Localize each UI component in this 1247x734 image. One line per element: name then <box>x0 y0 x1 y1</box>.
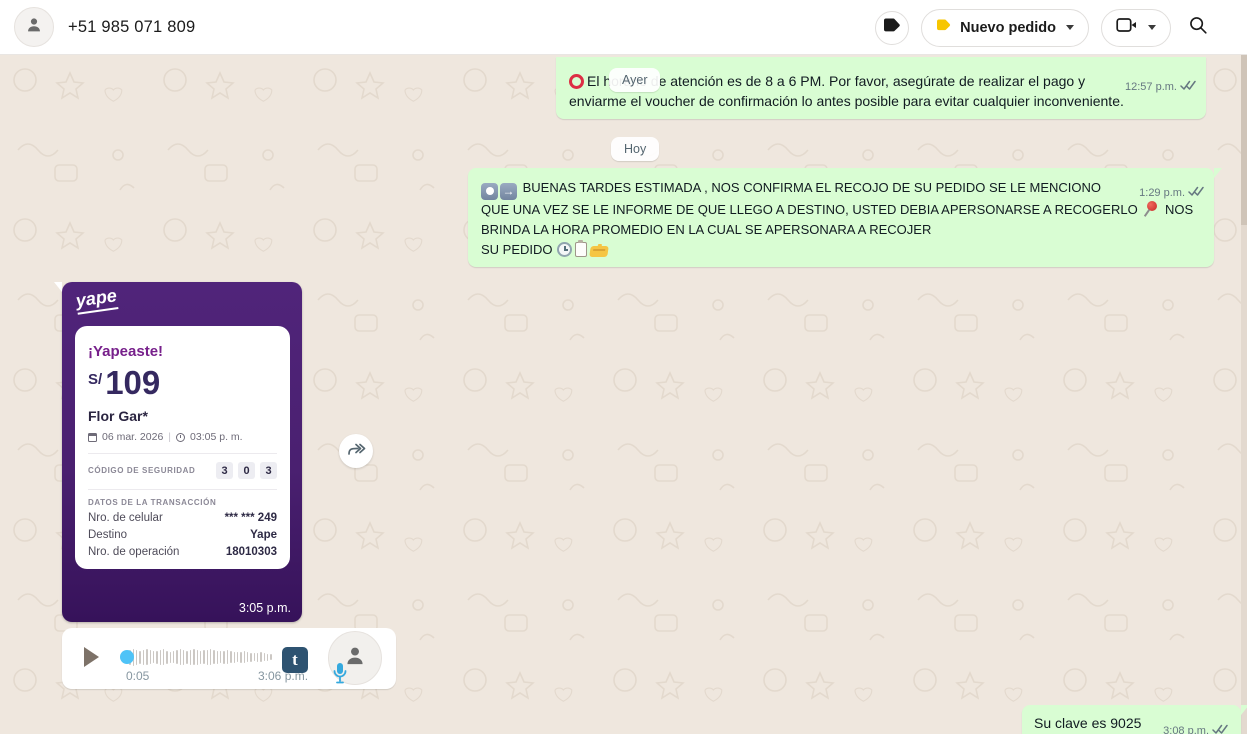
order-status-dropdown[interactable]: Nuevo pedido <box>921 9 1089 47</box>
chevron-down-icon <box>1148 25 1156 30</box>
yellow-tag-icon <box>936 18 952 37</box>
message-time: 1:29 p.m. <box>1139 187 1185 199</box>
tag-icon <box>882 16 902 39</box>
handshake-emoji <box>589 246 609 257</box>
search-icon <box>1187 14 1209 41</box>
chat-header: +51 985 071 809 Nuevo pedido <box>0 0 1247 55</box>
security-code-digits: 3 0 3 <box>216 462 277 479</box>
message-text: → BUENAS TARDES ESTIMADA , NOS CONFIRMA … <box>481 180 1193 257</box>
chat-area: 12:57 p.m. El horario de atención es de … <box>0 55 1247 734</box>
message-text: Su clave es 9025 <box>1034 715 1141 731</box>
message-time: 3:08 p.m. <box>1163 725 1209 734</box>
message-time: 12:57 p.m. <box>1125 81 1177 93</box>
chevron-down-icon <box>1066 25 1074 30</box>
yape-logo: yape <box>75 285 119 314</box>
double-check-icon <box>1188 186 1205 200</box>
search-button[interactable] <box>1183 13 1213 43</box>
arrow-right-emoji: → <box>500 183 517 200</box>
bubble-tail <box>54 282 62 292</box>
receipt-hour: 03:05 p. m. <box>190 431 243 443</box>
video-call-dropdown[interactable] <box>1101 9 1171 47</box>
order-status-label: Nuevo pedido <box>960 20 1056 36</box>
header-actions: Nuevo pedido <box>875 0 1247 55</box>
date-chip-today: Hoy <box>611 137 659 161</box>
receipt-date: 06 mar. 2026 <box>102 431 163 443</box>
amount-value: 109 <box>105 367 160 399</box>
scrollbar-thumb[interactable] <box>1241 55 1247 225</box>
image-message-yape-receipt[interactable]: yape ¡Yapeaste! S/ 109 Flor Gar* 06 mar.… <box>62 282 302 622</box>
forward-button[interactable] <box>339 434 373 468</box>
date-chip-yesterday: Ayer <box>609 68 660 92</box>
calendar-icon <box>88 433 97 442</box>
person-icon <box>23 14 45 41</box>
yape-receipt-card: ¡Yapeaste! S/ 109 Flor Gar* 06 mar. 2026… <box>75 326 290 569</box>
double-check-icon <box>1212 724 1229 734</box>
video-camera-icon <box>1116 17 1138 38</box>
receipt-datetime: 06 mar. 2026 | 03:05 p. m. <box>88 431 277 443</box>
scrollbar[interactable] <box>1241 55 1247 734</box>
radio-button-emoji <box>481 183 498 200</box>
bubble-tail <box>1241 705 1247 715</box>
transaction-row: Destino Yape <box>88 529 277 541</box>
audio-duration: 0:05 <box>126 669 149 683</box>
security-code-row: CÓDIGO DE SEGURIDAD 3 0 3 <box>88 462 277 479</box>
message-bubble-out: 1:29 p.m. → BUENAS TARDES ESTIMADA , NOS… <box>468 168 1214 267</box>
contact-phone[interactable]: +51 985 071 809 <box>68 18 195 37</box>
receipt-amount: S/ 109 <box>88 367 277 399</box>
contact-avatar[interactable] <box>14 7 54 47</box>
transaction-section-label: DATOS DE LA TRANSACCIÓN <box>88 498 277 507</box>
clock-small-icon <box>176 433 185 442</box>
message-bubble-out: Su clave es 9025 3:08 p.m. <box>1022 705 1241 734</box>
voice-message-bubble: 0:05 3:06 p.m. t <box>62 628 396 689</box>
message-meta: 1:29 p.m. <box>1139 186 1205 200</box>
transaction-row: Nro. de operación 18010303 <box>88 546 277 558</box>
message-time: 3:05 p.m. <box>239 601 291 615</box>
t-badge[interactable]: t <box>282 647 308 673</box>
transaction-row: Nro. de celular *** *** 249 <box>88 512 277 524</box>
mic-icon <box>332 662 348 689</box>
bubble-tail <box>1214 168 1222 178</box>
payee-name: Flor Gar* <box>88 408 277 424</box>
pushpin-emoji <box>1143 201 1159 217</box>
double-check-icon <box>1180 80 1197 94</box>
clipboard-emoji <box>575 242 587 257</box>
currency-symbol: S/ <box>88 371 102 388</box>
receipt-title: ¡Yapeaste! <box>88 343 277 360</box>
tag-button[interactable] <box>875 11 909 45</box>
red-circle-emoji <box>569 74 584 89</box>
audio-progress-dot[interactable] <box>120 650 134 664</box>
clock-emoji <box>557 242 572 257</box>
message-meta: 12:57 p.m. <box>1125 80 1197 94</box>
forward-icon <box>346 440 366 462</box>
security-code-label: CÓDIGO DE SEGURIDAD <box>88 466 195 475</box>
play-button[interactable] <box>84 647 99 667</box>
message-meta: 3:08 p.m. <box>1163 724 1229 734</box>
